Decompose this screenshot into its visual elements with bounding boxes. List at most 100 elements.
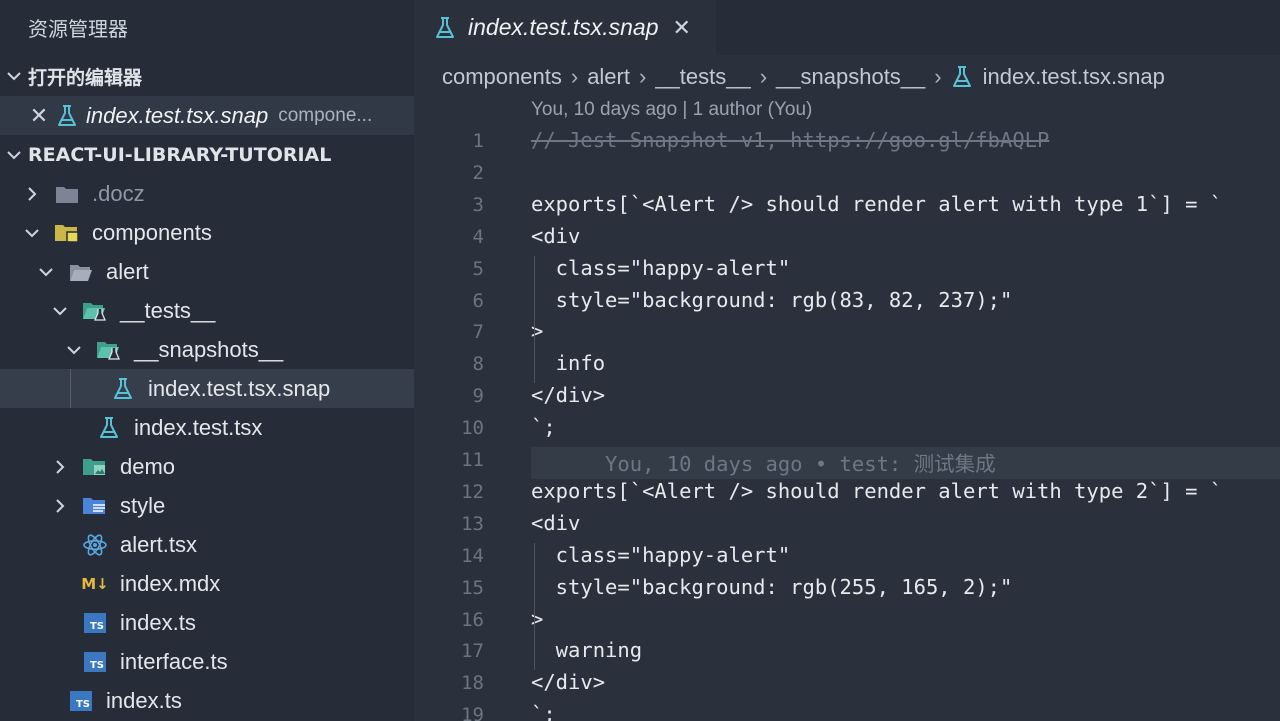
flask-icon [951,65,973,89]
indent-guide [534,542,535,671]
tree-item-interface-ts[interactable]: TS interface.ts [0,642,414,681]
flask-icon [56,104,78,128]
tree-item-label: components [92,219,212,245]
line-number: 15 [461,576,484,599]
line-number: 14 [461,544,484,567]
code-line: > [531,606,544,631]
line-number: 2 [472,161,484,184]
code-line: `; [531,702,556,721]
code-line: <div [531,223,581,248]
code-line: `; [531,415,556,440]
breadcrumb-item[interactable]: components [442,64,562,90]
folder-style-icon [82,493,108,519]
react-icon [82,532,108,558]
indent-guide [70,369,71,408]
tree-item-label: index.ts [106,687,182,713]
tree-item-label: index.test.tsx.snap [148,375,331,401]
tree-item-label: .docz [92,180,145,206]
line-number: 4 [472,225,484,248]
close-icon[interactable]: ✕ [673,15,691,41]
tree-item-label: alert [106,258,149,284]
line-number: 3 [472,193,484,216]
folder-tests-icon [82,298,108,324]
indent-guide [534,255,535,384]
tree-item-demo[interactable]: demo [0,447,414,486]
code-line: exports[`<Alert /> should render alert w… [531,478,1223,503]
chevron-right-icon: › [638,64,647,89]
open-editor-name: index.test.tsx.snap [86,102,269,128]
line-number: 12 [461,480,484,503]
open-editor-item[interactable]: ✕ index.test.tsx.snap compone... [0,96,414,135]
breadcrumb-item[interactable]: __snapshots__ [776,64,925,90]
line-number: 16 [461,608,484,631]
open-editors-section[interactable]: 打开的编辑器 [0,56,414,96]
explorer-title: 资源管理器 [28,17,128,41]
tree-item-label: demo [120,453,176,479]
close-icon[interactable]: ✕ [26,103,52,129]
chevron-right-icon: › [570,64,579,89]
code-line: style="background: rgb(83, 82, 237);" [531,287,1013,312]
flask-icon [110,376,136,402]
code-line: exports[`<Alert /> should render alert w… [531,191,1223,216]
tree-item-snap-file[interactable]: index.test.tsx.snap [0,369,414,408]
breadcrumb-item[interactable]: index.test.tsx.snap [983,64,1165,90]
tree-item-alert-tsx[interactable]: alert.tsx [0,525,414,564]
line-number: 8 [472,353,484,376]
open-editors-title: 打开的编辑器 [28,66,143,89]
tree-item-style[interactable]: style [0,486,414,525]
code-line: info [531,351,606,376]
code-line: class="happy-alert" [531,255,791,280]
tree-item-label: style [120,492,166,518]
tree-item-alert[interactable]: alert [0,252,414,291]
tree-item-snapshots[interactable]: __snapshots__ [0,330,414,369]
tree-item-test-file[interactable]: index.test.tsx [0,408,414,447]
tree-item-docz[interactable]: .docz [0,174,414,213]
line-number: 18 [461,672,484,695]
tree-item-label: index.test.tsx [134,414,263,440]
tree-item-label: index.ts [120,609,196,635]
inline-blame: You, 10 days ago • test: 测试集成 [531,452,996,476]
breadcrumb: components › alert › __tests__ › __snaps… [442,58,1165,96]
tree-item-tests[interactable]: __tests__ [0,291,414,330]
chevron-down-icon [36,267,56,277]
tree-item-components[interactable]: components [0,213,414,252]
line-number: 11 [461,449,484,471]
flask-icon [434,16,456,40]
code-line: style="background: rgb(255, 165, 2);" [531,574,1013,599]
tree-item-label: index.mdx [120,570,221,596]
folder-tests-icon [96,337,122,363]
project-section[interactable]: REACT-UI-LIBRARY-TUTORIAL [0,135,414,175]
line-number: 9 [472,385,484,408]
breadcrumb-item[interactable]: __tests__ [655,64,750,90]
tree-item-label: __snapshots__ [134,336,284,362]
tree-item-label: alert.tsx [120,531,198,557]
breadcrumb-item[interactable]: alert [587,64,630,90]
line-number: 6 [472,289,484,312]
explorer-sidebar: 资源管理器 打开的编辑器 ✕ index.test.tsx.snap compo… [0,0,414,721]
code-line: </div> [531,383,606,408]
tree-item-label: __tests__ [120,297,216,323]
tree-item-root-index-ts[interactable]: TS index.ts [0,681,414,720]
tab-label: index.test.tsx.snap [468,14,659,40]
line-number: 1 [472,130,484,152]
chevron-right-icon: › [759,64,768,89]
line-number: 7 [472,321,484,344]
code-line: > [531,319,544,344]
chevron-down-icon [0,71,28,81]
tab-index-test-tsx-snap[interactable]: index.test.tsx.snap ✕ [414,0,716,55]
editor-tab-bar: index.test.tsx.snap ✕ [414,0,1280,55]
tree-item-label: interface.ts [120,648,228,674]
tree-item-index-mdx[interactable]: M↓ index.mdx [0,564,414,603]
codelens-blame[interactable]: You, 10 days ago | 1 author (You) [531,99,812,121]
flask-icon [96,415,122,441]
chevron-right-icon [50,498,70,514]
typescript-icon: TS [82,649,108,675]
line-number: 5 [472,257,484,280]
code-line: warning [531,638,643,663]
code-line: </div> [531,670,606,695]
code-line: <div [531,510,581,535]
line-number: 17 [461,640,484,663]
chevron-down-icon [50,306,70,316]
tree-item-index-ts[interactable]: TS index.ts [0,603,414,642]
line-number: 10 [461,417,484,440]
